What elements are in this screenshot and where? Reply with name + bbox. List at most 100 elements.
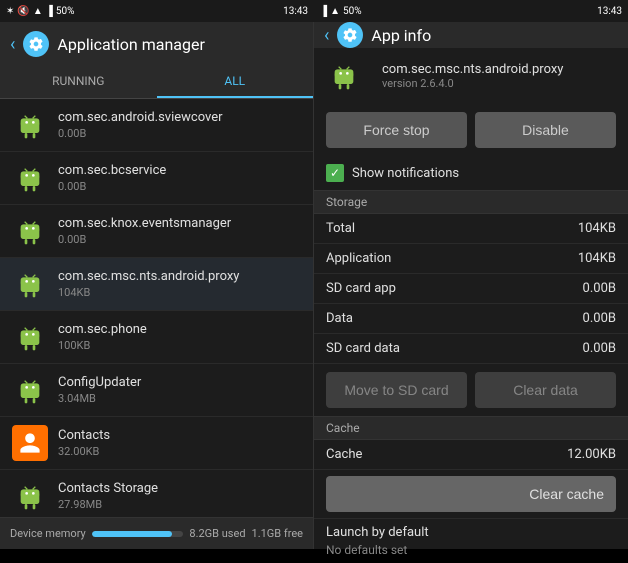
clear-cache-button[interactable]: Clear cache	[326, 476, 616, 512]
list-item[interactable]: Contacts 32.00KB	[0, 417, 313, 470]
app-info-title: App info	[371, 26, 431, 45]
status-time-left: 13:43	[283, 6, 308, 17]
sdcard-data-label: SD card data	[326, 341, 400, 356]
settings-icon-right	[337, 22, 363, 48]
status-icons-left: ✶ 🔇 ▲ ▐ 50%	[6, 6, 74, 17]
right-panel: ▐ ▲ 50% 13:43 ‹ App info	[314, 0, 628, 549]
cache-value: 12.00KB	[567, 447, 616, 462]
app-list: com.sec.android.sviewcover 0.00B	[0, 99, 313, 517]
storage-section-header: Storage	[314, 190, 628, 214]
sdcard-app-label: SD card app	[326, 281, 396, 296]
launch-by-default-section: Launch by default No defaults set	[314, 518, 628, 563]
storage-application-row: Application 104KB	[314, 244, 628, 274]
app-info-contacts-storage: Contacts Storage 27.98MB	[58, 481, 301, 511]
app-info-phone: com.sec.phone 100KB	[58, 322, 301, 352]
cache-row: Cache 12.00KB	[314, 440, 628, 470]
app-icon-bcservice	[12, 160, 48, 196]
cache-label: Cache	[326, 447, 362, 462]
app-header-section: com.sec.msc.nts.android.proxy version 2.…	[314, 48, 628, 104]
battery-right: 50%	[343, 6, 362, 17]
wifi-icon: ▲	[33, 6, 43, 17]
notifications-checkbox[interactable]: ✓	[326, 164, 344, 182]
data-value: 0.00B	[583, 311, 616, 326]
time-display-right: 13:43	[597, 6, 622, 17]
tabs-bar: RUNNING ALL	[0, 66, 313, 99]
back-button-right[interactable]: ‹	[324, 25, 329, 46]
app-main-icon	[326, 58, 362, 94]
app-info-top-bar: ‹ App info	[314, 22, 628, 48]
app-manager-top-bar: ‹ Application manager	[0, 22, 313, 66]
list-item[interactable]: com.sec.bcservice 0.00B	[0, 152, 313, 205]
list-item[interactable]: com.sec.knox.eventsmanager 0.00B	[0, 205, 313, 258]
tab-all[interactable]: ALL	[157, 66, 314, 98]
app-icon-knox	[12, 213, 48, 249]
list-item[interactable]: com.sec.android.sviewcover 0.00B	[0, 99, 313, 152]
tab-running[interactable]: RUNNING	[0, 66, 157, 98]
storage-data-row: Data 0.00B	[314, 304, 628, 334]
list-item[interactable]: ConfigUpdater 3.04MB	[0, 364, 313, 417]
app-version-text: version 2.6.4.0	[382, 77, 563, 90]
app-icon-phone	[12, 319, 48, 355]
disable-button[interactable]: Disable	[475, 112, 616, 148]
app-info-contacts: Contacts 32.00KB	[58, 428, 301, 458]
app-info-sviewcover: com.sec.android.sviewcover 0.00B	[58, 110, 301, 140]
notifications-label: Show notifications	[352, 166, 459, 181]
used-storage: 8.2GB used	[189, 527, 245, 540]
progress-bar	[92, 531, 184, 537]
sdcard-data-value: 0.00B	[583, 341, 616, 356]
time-right: 13:43	[597, 6, 622, 17]
notification-row[interactable]: ✓ Show notifications	[314, 156, 628, 190]
app-info-bcservice: com.sec.bcservice 0.00B	[58, 163, 301, 193]
action-buttons: Force stop Disable	[314, 104, 628, 156]
settings-icon	[23, 31, 49, 57]
list-item[interactable]: com.sec.msc.nts.android.proxy 104KB	[0, 258, 313, 311]
data-label: Data	[326, 311, 353, 326]
app-info-knox: com.sec.knox.eventsmanager 0.00B	[58, 216, 301, 246]
mute-icon: 🔇	[17, 6, 29, 17]
launch-by-default-label: Launch by default	[326, 525, 616, 540]
application-label: Application	[326, 251, 391, 266]
status-bar-left: ✶ 🔇 ▲ ▐ 50% 13:43	[0, 0, 314, 22]
no-defaults-label: No defaults set	[326, 543, 616, 557]
storage-sdcard-app-row: SD card app 0.00B	[314, 274, 628, 304]
app-icon-configupdater	[12, 372, 48, 408]
total-label: Total	[326, 221, 355, 236]
application-value: 104KB	[578, 251, 616, 266]
storage-action-buttons: Move to SD card Clear data	[314, 364, 628, 416]
free-storage: 1.1GB free	[252, 527, 303, 540]
sdcard-app-value: 0.00B	[583, 281, 616, 296]
clear-cache-container: Clear cache	[314, 470, 628, 518]
device-memory-label: Device memory	[10, 527, 86, 540]
total-value: 104KB	[578, 221, 616, 236]
signal-right-icon: ▐	[320, 6, 327, 17]
storage-total-row: Total 104KB	[314, 214, 628, 244]
cache-section-header: Cache	[314, 416, 628, 440]
app-manager-title: Application manager	[57, 35, 204, 54]
clear-data-button[interactable]: Clear data	[475, 372, 616, 408]
status-bar-right: ▐ ▲ 50% 13:43	[314, 0, 628, 22]
list-item[interactable]: Contacts Storage 27.98MB	[0, 470, 313, 517]
bluetooth-icon: ✶	[6, 6, 14, 17]
storage-sdcard-data-row: SD card data 0.00B	[314, 334, 628, 364]
storage-progress: Device memory 8.2GB used 1.1GB free	[10, 527, 303, 540]
app-icon-contacts-storage	[12, 478, 48, 514]
left-panel: ✶ 🔇 ▲ ▐ 50% 13:43 ‹ Application manager …	[0, 0, 314, 549]
app-info-proxy: com.sec.msc.nts.android.proxy 104KB	[58, 269, 301, 299]
move-to-sd-button[interactable]: Move to SD card	[326, 372, 467, 408]
app-icon-proxy	[12, 266, 48, 302]
app-info-configupdater: ConfigUpdater 3.04MB	[58, 375, 301, 405]
back-button[interactable]: ‹	[10, 34, 15, 55]
app-package-name: com.sec.msc.nts.android.proxy	[382, 62, 563, 77]
app-package-info: com.sec.msc.nts.android.proxy version 2.…	[382, 62, 563, 90]
status-icons-right: ▐ ▲ 50%	[320, 6, 362, 17]
force-stop-button[interactable]: Force stop	[326, 112, 467, 148]
wifi-right-icon: ▲	[330, 6, 340, 17]
app-icon-contacts	[12, 425, 48, 461]
signal-icon: ▐	[46, 6, 53, 17]
time-display: 13:43	[283, 6, 308, 17]
progress-bar-fill	[92, 531, 173, 537]
list-item[interactable]: com.sec.phone 100KB	[0, 311, 313, 364]
device-bar: Device memory 8.2GB used 1.1GB free	[0, 517, 313, 549]
battery-level: 50%	[56, 6, 75, 17]
app-icon-sviewcover	[12, 107, 48, 143]
